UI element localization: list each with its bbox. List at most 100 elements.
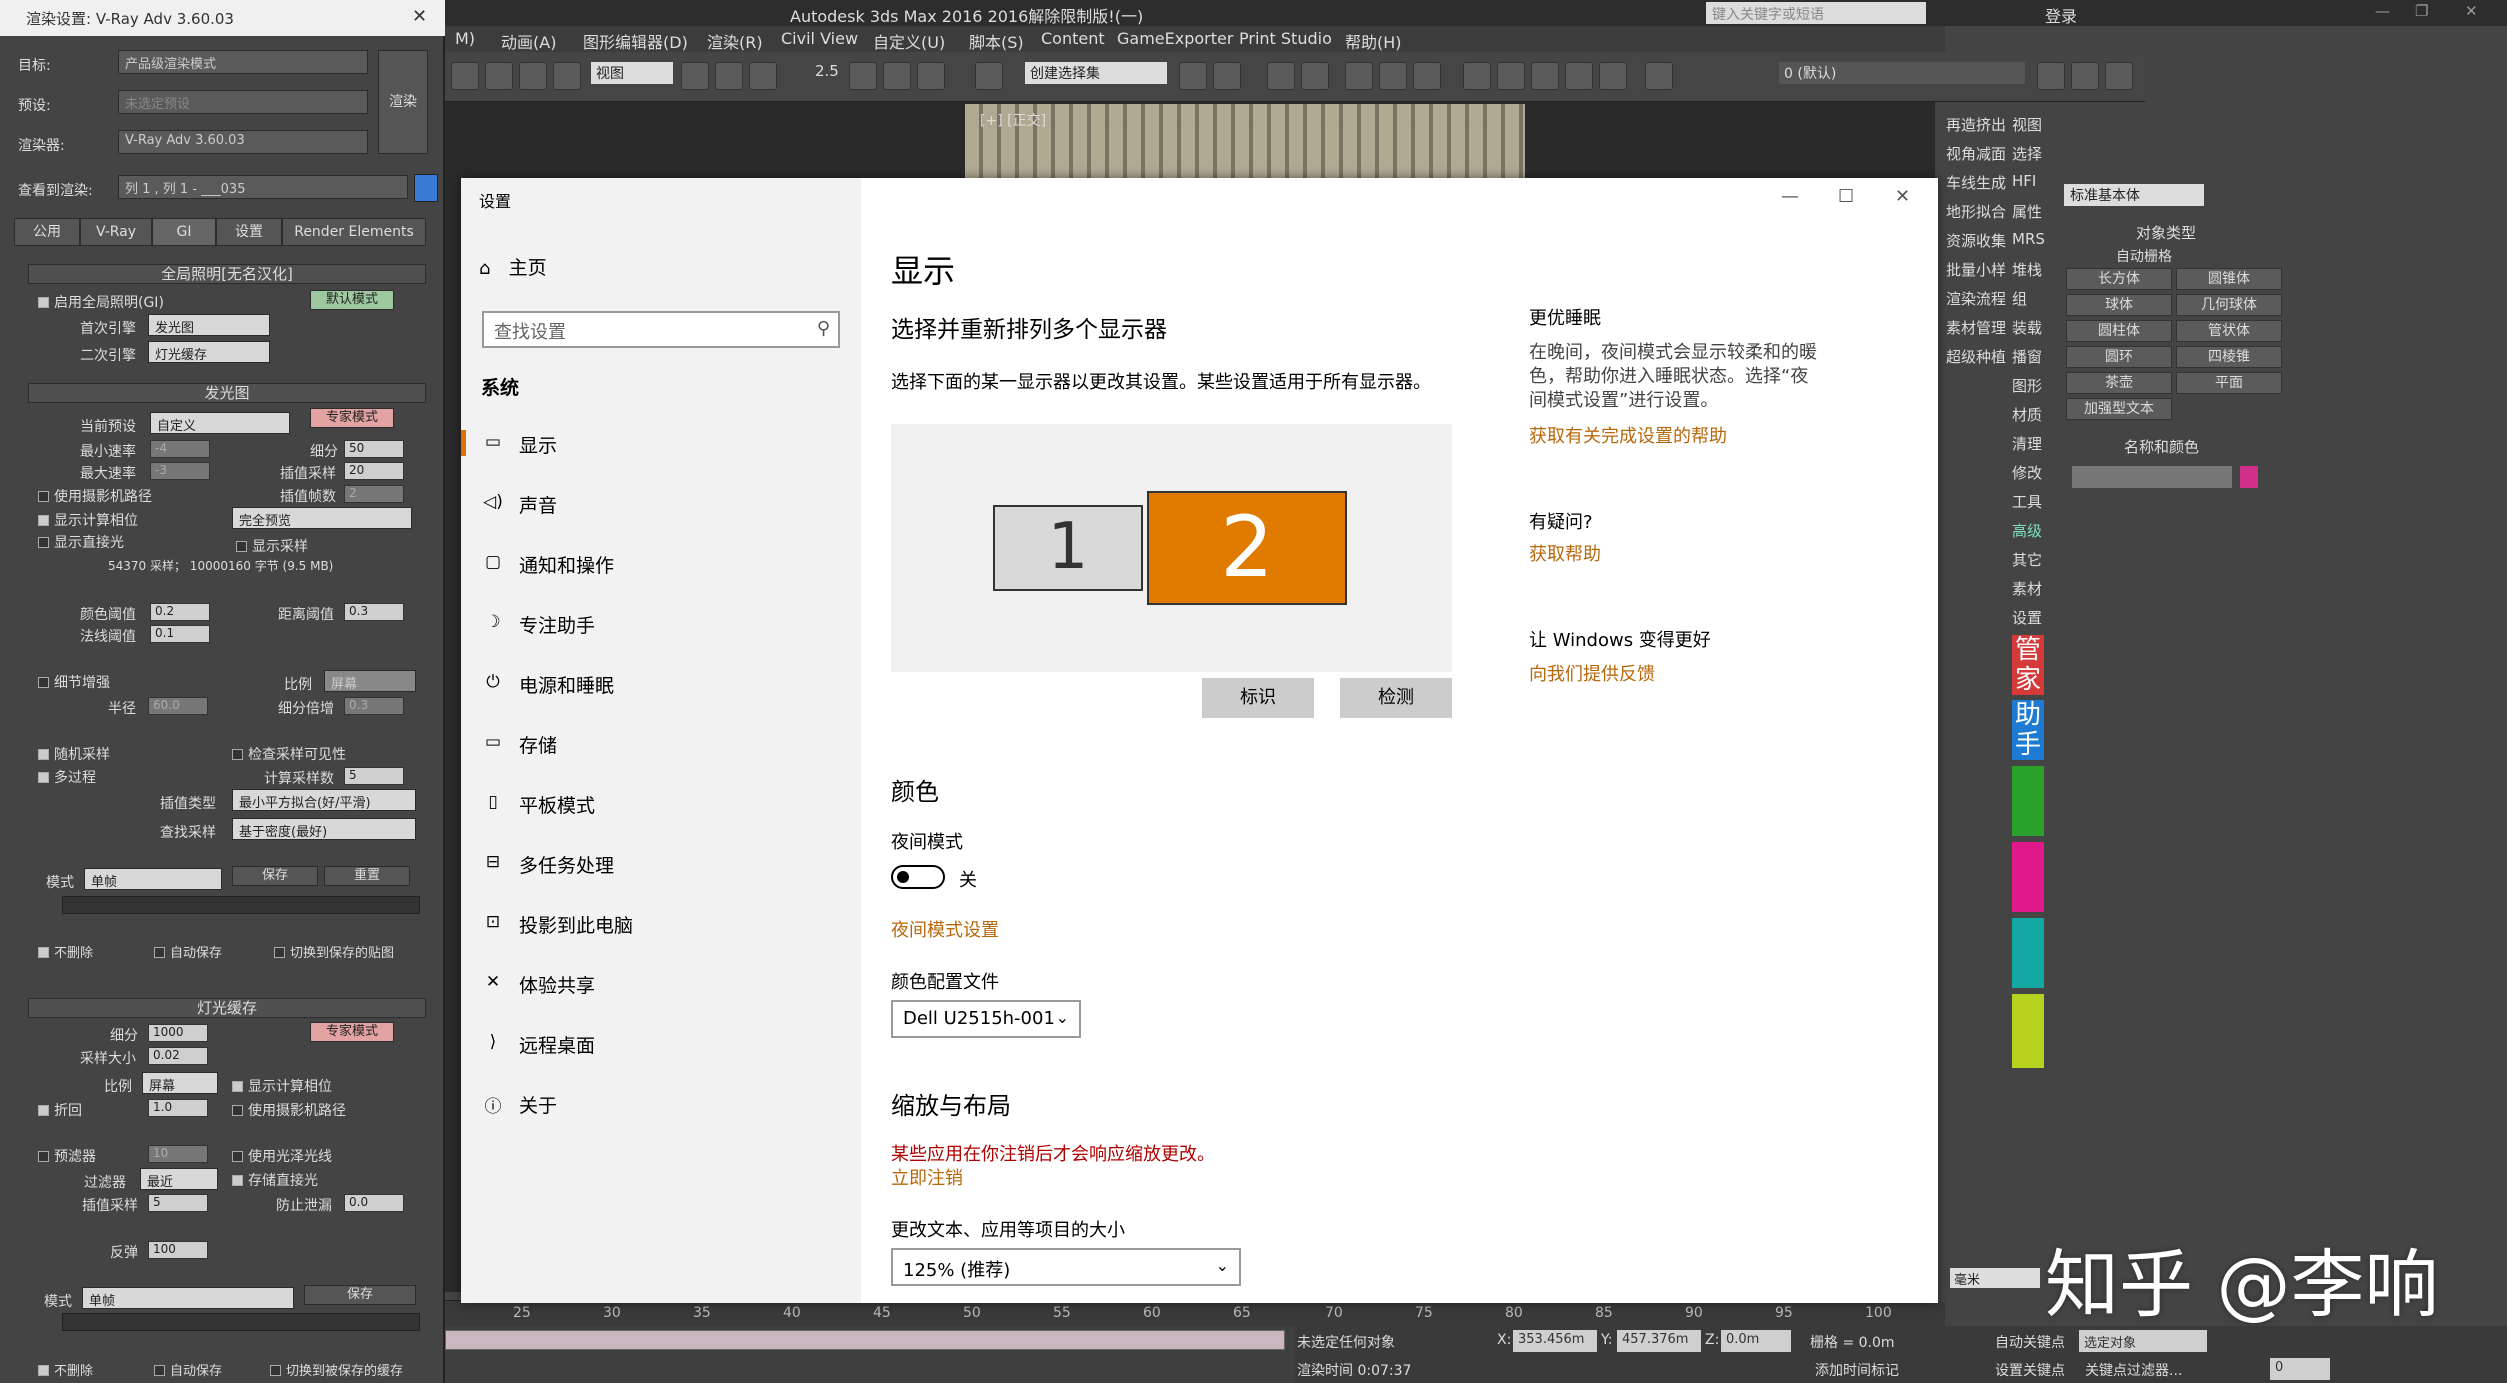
scale-icon[interactable]	[519, 62, 547, 90]
pivot-icon[interactable]	[681, 62, 709, 90]
scene-explorer-icon[interactable]	[1301, 62, 1329, 90]
sleep-help-link[interactable]: 获取有关完成设置的帮助	[1529, 422, 1727, 448]
calc-samples-spinner[interactable]: 5	[344, 767, 404, 785]
teapot-icon[interactable]	[1565, 62, 1593, 90]
render-icon[interactable]	[1531, 62, 1559, 90]
render-iterative-icon[interactable]	[1599, 62, 1627, 90]
x-coord-field[interactable]: 353.456m	[1513, 1330, 1597, 1352]
tool-tab[interactable]: 视图	[2012, 114, 2042, 135]
script-button[interactable]: 再造挤出	[1946, 114, 2006, 135]
nav-tablet[interactable]: ▯ 平板模式	[461, 782, 861, 826]
menu-item[interactable]: 自定义(U)	[873, 29, 945, 53]
gi-rollout-title[interactable]: 全局照明[无名汉化]	[28, 264, 426, 284]
tool-tab[interactable]: 素材	[2012, 578, 2042, 599]
cone-button[interactable]: 圆锥体	[2176, 268, 2282, 290]
irr-interp-spinner[interactable]: 20	[344, 462, 404, 480]
night-mode-toggle[interactable]	[891, 865, 945, 889]
object-color-swatch[interactable]	[2240, 466, 2258, 488]
layer-manager-icon[interactable]	[1645, 62, 1673, 90]
spinner-snap-icon[interactable]	[917, 62, 945, 90]
color-profile-select[interactable]: Dell U2515h-001 ⌄	[891, 1000, 1081, 1038]
auto-key-button[interactable]: 自动关键点	[1995, 1332, 2065, 1352]
layer-plus-icon[interactable]	[2071, 62, 2099, 90]
menu-item[interactable]: 帮助(H)	[1345, 29, 1402, 53]
lc-prefilter-checkbox[interactable]	[38, 1151, 49, 1162]
tab-gi[interactable]: GI	[152, 218, 216, 246]
vray-close-icon[interactable]: ✕	[412, 6, 427, 27]
default-mode-button[interactable]: 默认模式	[310, 290, 394, 310]
login-button[interactable]: 登录	[2045, 3, 2077, 27]
set-key-button[interactable]: 设置关键点	[1995, 1360, 2065, 1380]
nav-storage[interactable]: ▭ 存储	[461, 722, 861, 766]
material-editor-icon[interactable]	[1413, 62, 1441, 90]
box-button[interactable]: 长方体	[2066, 268, 2172, 290]
radius-spinner[interactable]: 60.0	[148, 697, 208, 715]
tab-vray[interactable]: V-Ray	[80, 218, 152, 246]
tool-tab[interactable]: MRS	[2012, 230, 2045, 248]
menu-item[interactable]: Civil View	[781, 29, 858, 48]
tool-tab[interactable]: 图形	[2012, 375, 2042, 396]
tool-tab[interactable]: 设置	[2012, 607, 2042, 628]
max-close-icon[interactable]: ✕	[2465, 2, 2478, 20]
irr-file-path[interactable]	[62, 896, 420, 914]
get-help-link[interactable]: 获取帮助	[1529, 540, 1601, 566]
select-move-icon[interactable]	[451, 62, 479, 90]
max-rate-spinner[interactable]: -3	[150, 462, 210, 480]
secondary-engine-select[interactable]: 灯光缓存	[148, 341, 270, 363]
named-selection-select[interactable]: 创建选择集	[1025, 62, 1167, 84]
settings-search-input[interactable]: 查找设置 ⚲	[482, 311, 840, 348]
plane-button[interactable]: 平面	[2176, 372, 2282, 394]
lc-camera-path-checkbox[interactable]	[232, 1105, 243, 1116]
tool-tab[interactable]: 材质	[2012, 404, 2042, 425]
nav-power[interactable]: ⏻ 电源和睡眠	[461, 662, 861, 706]
menu-item[interactable]: 图形编辑器(D)	[583, 29, 688, 53]
render-setup-icon[interactable]	[1463, 62, 1491, 90]
nav-multitasking[interactable]: ⊟ 多任务处理	[461, 842, 861, 886]
lc-switch-checkbox[interactable]	[270, 1365, 281, 1376]
lc-bounces-spinner[interactable]: 100	[148, 1241, 208, 1259]
key-filter-button[interactable]: 关键点过滤器...	[2085, 1360, 2182, 1380]
cylinder-button[interactable]: 圆柱体	[2066, 320, 2172, 342]
tool-tab[interactable]: 装载	[2012, 317, 2042, 338]
autogrid-checkbox[interactable]: 自动栅格	[2116, 246, 2172, 266]
lc-auto-save-checkbox[interactable]	[154, 1365, 165, 1376]
tool-tab[interactable]: HFI	[2012, 172, 2036, 190]
nav-about[interactable]: ⓘ 关于	[461, 1082, 861, 1126]
select-link-icon[interactable]	[715, 62, 743, 90]
sphere-button[interactable]: 球体	[2066, 294, 2172, 316]
show-direct-checkbox[interactable]	[38, 537, 49, 548]
monitor-1[interactable]: 1	[993, 505, 1143, 591]
lc-store-direct-checkbox[interactable]	[232, 1175, 243, 1186]
edit-named-sel-icon[interactable]	[975, 62, 1003, 90]
tool-tab[interactable]: 修改	[2012, 462, 2042, 483]
frame-field[interactable]: 0	[2270, 1358, 2330, 1380]
menu-item[interactable]: GameExporter	[1117, 29, 1233, 48]
detail-checkbox[interactable]	[38, 677, 49, 688]
nav-notifications[interactable]: ▢ 通知和操作	[461, 542, 861, 586]
tool-tab[interactable]: 属性	[2012, 201, 2042, 222]
script-button[interactable]: 地形拟合	[1946, 201, 2006, 222]
menu-item[interactable]: Content	[1041, 29, 1105, 48]
menu-item[interactable]: M)	[455, 29, 475, 48]
script-button[interactable]: 视角减面	[1946, 143, 2006, 164]
text-size-select[interactable]: 125% (推荐) ⌄	[891, 1248, 1241, 1286]
tool-tab[interactable]: 选择	[2012, 143, 2042, 164]
detail-scale-select[interactable]: 屏幕	[324, 670, 416, 692]
layer-add-icon[interactable]	[2037, 62, 2065, 90]
script-button[interactable]: 资源收集	[1946, 230, 2006, 251]
assistant-button[interactable]: 助手	[2012, 700, 2044, 760]
script-button[interactable]: 车线生成	[1946, 172, 2006, 193]
place-icon[interactable]	[553, 62, 581, 90]
menu-item[interactable]: 动画(A)	[501, 29, 556, 53]
layer-explorer-icon[interactable]	[1267, 62, 1295, 90]
nav-remote-desktop[interactable]: ⟩ 远程桌面	[461, 1022, 861, 1066]
tool-tab[interactable]: 高级	[2012, 520, 2042, 541]
layer-select[interactable]: 0 (默认)	[1779, 62, 2025, 84]
lc-filter-select[interactable]: 最近	[140, 1168, 218, 1190]
primary-engine-select[interactable]: 发光图	[148, 314, 270, 336]
normal-thresh-spinner[interactable]: 0.1	[150, 625, 210, 643]
identify-button[interactable]: 标识	[1202, 678, 1314, 718]
percent-snap-icon[interactable]	[883, 62, 911, 90]
lc-no-delete-checkbox[interactable]	[38, 1365, 49, 1376]
unit-select[interactable]: 毫米	[1950, 1268, 2040, 1288]
